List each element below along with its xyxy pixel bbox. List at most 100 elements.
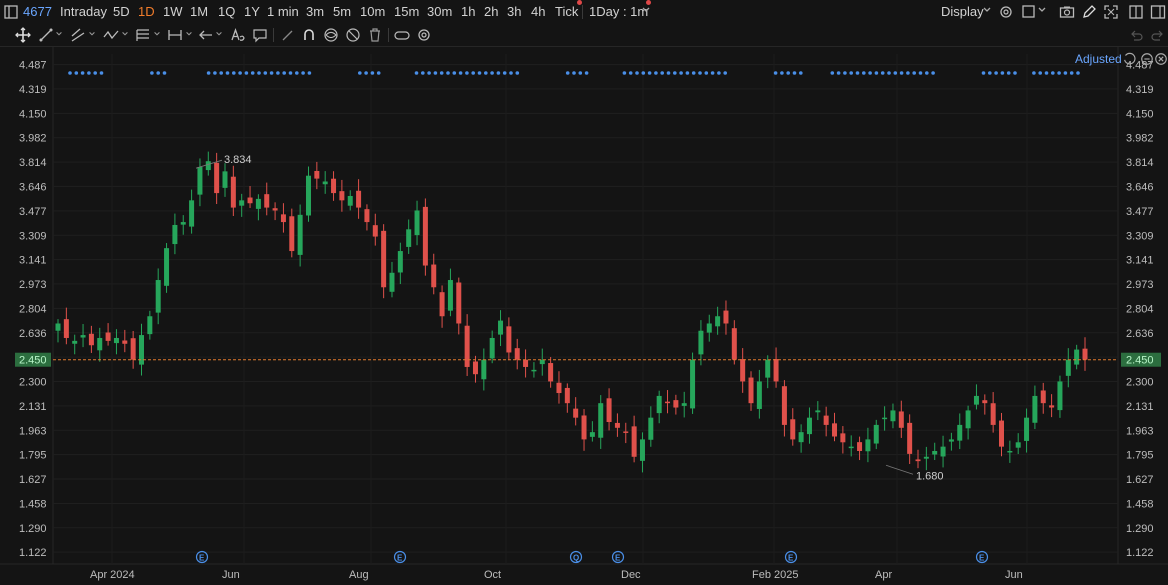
layout-square-icon[interactable] bbox=[1021, 4, 1037, 20]
trend-line-icon[interactable] bbox=[38, 27, 54, 43]
chevron-down-icon[interactable] bbox=[982, 5, 992, 15]
candle-body bbox=[999, 420, 1005, 447]
candle-body bbox=[706, 323, 712, 333]
candle-body bbox=[406, 229, 412, 247]
y-tick-label-right: 2.300 bbox=[1126, 376, 1154, 388]
panel-layout-icon[interactable] bbox=[1150, 4, 1166, 20]
y-tick-label-left: 2.804 bbox=[19, 303, 47, 315]
chevron-down-icon[interactable] bbox=[215, 30, 223, 38]
signal-dot bbox=[225, 71, 230, 75]
interval-3m[interactable]: 3m bbox=[306, 4, 324, 20]
trash-icon[interactable] bbox=[367, 27, 383, 43]
candle-body bbox=[832, 423, 838, 437]
channel-tool-icon[interactable] bbox=[70, 27, 86, 43]
undo-icon[interactable] bbox=[1128, 27, 1144, 43]
hide-drawings-icon[interactable] bbox=[345, 27, 361, 43]
interval-5m[interactable]: 5m bbox=[333, 4, 351, 20]
candle-body bbox=[548, 363, 554, 382]
candle-body bbox=[1082, 348, 1088, 360]
interval-combo-select[interactable]: 1Day : 1m bbox=[589, 4, 648, 20]
signal-dot bbox=[257, 71, 261, 75]
chevron-down-icon[interactable] bbox=[88, 30, 96, 38]
text-tool-icon[interactable] bbox=[230, 27, 246, 43]
comment-icon[interactable] bbox=[252, 27, 268, 43]
magnet-icon[interactable] bbox=[301, 27, 317, 43]
interval-10m[interactable]: 10m bbox=[360, 4, 385, 20]
interval-1h[interactable]: 1h bbox=[461, 4, 475, 20]
sidebar-toggle-icon[interactable] bbox=[3, 4, 19, 20]
interval-3h[interactable]: 3h bbox=[507, 4, 521, 20]
candle-body bbox=[564, 387, 570, 404]
signal-dot bbox=[780, 71, 784, 75]
interval-intraday[interactable]: Intraday bbox=[60, 4, 107, 20]
candle-body bbox=[381, 230, 387, 288]
camera-icon[interactable] bbox=[1059, 4, 1075, 20]
candle-body bbox=[523, 359, 529, 367]
fibonacci-icon[interactable] bbox=[135, 27, 151, 43]
divider bbox=[582, 5, 583, 19]
symbol-label[interactable]: 4677 bbox=[23, 4, 52, 20]
y-tick-label-right: 1.290 bbox=[1126, 523, 1154, 535]
candle-body bbox=[431, 264, 437, 288]
close-icon[interactable] bbox=[1154, 52, 1168, 66]
drawing-settings-icon[interactable] bbox=[416, 27, 432, 43]
candle-body bbox=[882, 417, 888, 420]
signal-dot bbox=[925, 71, 929, 75]
signal-dot bbox=[679, 71, 683, 75]
interval-1q[interactable]: 1Q bbox=[218, 4, 235, 20]
measure-range-icon[interactable] bbox=[167, 27, 183, 43]
signal-dot bbox=[509, 71, 513, 75]
interval-1d[interactable]: 1D bbox=[138, 4, 155, 20]
signal-dot bbox=[673, 71, 677, 75]
candle-body bbox=[715, 316, 721, 327]
interval-5d[interactable]: 5D bbox=[113, 4, 130, 20]
signal-dot bbox=[471, 71, 476, 75]
arrow-left-icon[interactable] bbox=[198, 27, 214, 43]
pencil-icon[interactable] bbox=[1081, 4, 1097, 20]
candle-body bbox=[130, 338, 136, 360]
y-tick-label-right: 1.458 bbox=[1126, 498, 1154, 510]
interval-tick[interactable]: Tick bbox=[555, 4, 578, 20]
candle-body bbox=[673, 400, 679, 408]
redo-icon[interactable] bbox=[1150, 27, 1166, 43]
candle-body bbox=[397, 251, 403, 273]
interval-30m[interactable]: 30m bbox=[427, 4, 452, 20]
chevron-down-icon[interactable] bbox=[1037, 5, 1047, 15]
book-icon[interactable] bbox=[1128, 4, 1144, 20]
compare-link-icon[interactable] bbox=[394, 27, 410, 43]
candle-body bbox=[890, 410, 896, 422]
interval-1min[interactable]: 1 min bbox=[267, 4, 299, 20]
interval-2h[interactable]: 2h bbox=[484, 4, 498, 20]
interval-4h[interactable]: 4h bbox=[531, 4, 545, 20]
candle-body bbox=[280, 214, 286, 223]
fullscreen-icon[interactable] bbox=[1103, 4, 1119, 20]
interval-1m-month[interactable]: 1M bbox=[190, 4, 208, 20]
interval-1y[interactable]: 1Y bbox=[244, 4, 260, 20]
candle-body bbox=[272, 208, 278, 211]
chevron-down-icon[interactable] bbox=[641, 5, 651, 15]
visibility-eye-icon[interactable] bbox=[323, 27, 339, 43]
y-tick-label-left: 2.300 bbox=[19, 376, 47, 388]
minimize-icon[interactable] bbox=[1140, 52, 1154, 66]
adjusted-label[interactable]: Adjusted bbox=[1075, 52, 1122, 66]
chevron-down-icon[interactable] bbox=[121, 30, 129, 38]
chevron-down-icon[interactable] bbox=[153, 30, 161, 38]
candle-body bbox=[189, 200, 195, 227]
reset-chart-icon[interactable] bbox=[1122, 52, 1136, 66]
candle-body bbox=[1065, 359, 1071, 376]
interval-1w[interactable]: 1W bbox=[163, 4, 183, 20]
price-chart[interactable]: 4.487 4.4874.319 4.3194.150 4.1503.982 3.982… bbox=[0, 46, 1168, 585]
chevron-down-icon[interactable] bbox=[185, 30, 193, 38]
y-tick-label-right: 1.627 bbox=[1126, 474, 1154, 486]
crosshair-move-icon[interactable] bbox=[15, 27, 31, 43]
candle-body bbox=[815, 410, 821, 413]
display-menu[interactable]: Display bbox=[941, 4, 984, 20]
chevron-down-icon[interactable] bbox=[55, 30, 63, 38]
settings-gear-icon[interactable] bbox=[998, 4, 1014, 20]
brush-icon[interactable] bbox=[280, 27, 296, 43]
x-axis-label: Jun bbox=[222, 569, 240, 581]
candle-body bbox=[1015, 442, 1021, 448]
candle-body bbox=[514, 348, 520, 360]
interval-15m[interactable]: 15m bbox=[394, 4, 419, 20]
zigzag-pattern-icon[interactable] bbox=[103, 27, 119, 43]
